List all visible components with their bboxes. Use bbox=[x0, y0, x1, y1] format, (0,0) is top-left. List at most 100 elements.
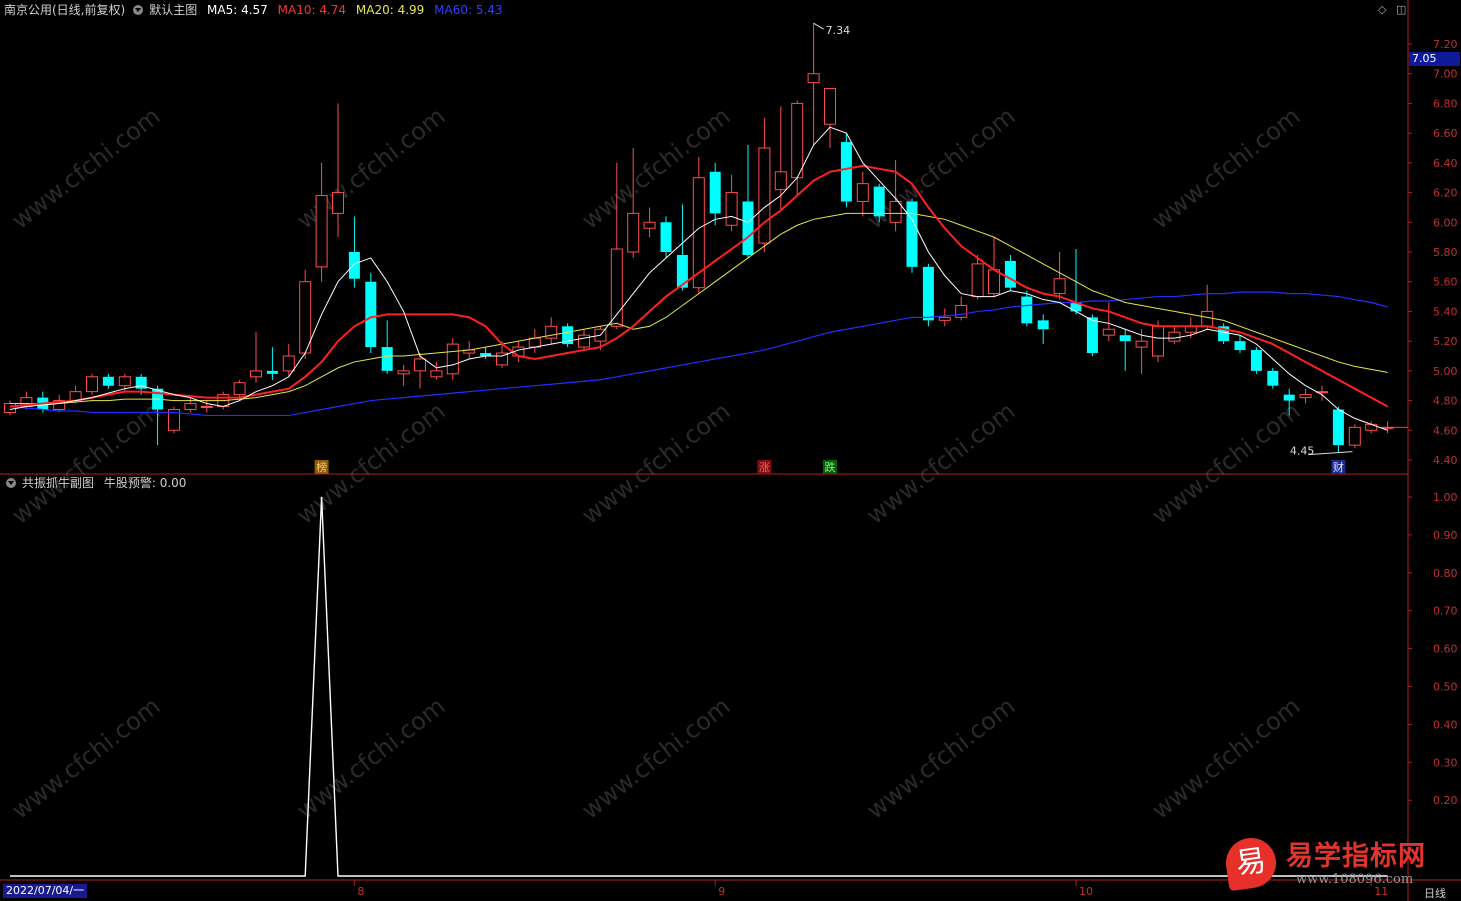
stock-title[interactable]: 南京公用(日线,前复权) bbox=[4, 3, 125, 17]
y-tick-label: 0.20 bbox=[1433, 794, 1458, 807]
event-marker: 榜 bbox=[316, 460, 327, 474]
x-tick-label: 9 bbox=[718, 885, 725, 898]
brand-logo: 易 易学指标网 www.108096.com bbox=[1222, 834, 1456, 894]
watermark-text: www.cfchi.com bbox=[6, 397, 165, 530]
candle-body bbox=[955, 304, 968, 318]
candle-body bbox=[1283, 394, 1295, 401]
candle-body bbox=[774, 171, 787, 191]
main-y-axis: 7.20 7.00 6.80 6.60 6.40 6.20 6.00 5.80 5.60 5.40… bbox=[1408, 38, 1458, 467]
y-tick-label: 0.80 bbox=[1433, 567, 1458, 580]
chart-canvas[interactable]: www.cfchi.com www.cfchi.com www.cfchi.com w… bbox=[0, 0, 1461, 901]
candle-body bbox=[118, 376, 131, 387]
low-label: 4.45 bbox=[1290, 445, 1315, 458]
high-pointer bbox=[813, 22, 824, 30]
y-tick-label: 6.00 bbox=[1433, 216, 1458, 229]
candle-body bbox=[807, 73, 820, 84]
candle-body bbox=[1135, 340, 1148, 348]
candle-body bbox=[1250, 350, 1262, 371]
maximize-icon[interactable]: ◫ bbox=[1396, 3, 1406, 16]
candle-body bbox=[4, 403, 16, 413]
y-tick-label: 5.80 bbox=[1433, 246, 1458, 259]
candle-body bbox=[643, 221, 656, 229]
y-tick-label: 0.60 bbox=[1433, 643, 1458, 656]
candle-body bbox=[266, 370, 278, 374]
watermark-text: www.cfchi.com bbox=[1146, 397, 1305, 530]
event-marker: 涨 bbox=[759, 461, 770, 474]
candle-body bbox=[709, 171, 721, 214]
ma60-value: MA60: 5.43 bbox=[434, 3, 503, 17]
sub-chart-header: 共振抓牛副图 牛股预警: 0.00 bbox=[4, 474, 192, 492]
watermark-text: www.cfchi.com bbox=[861, 102, 1020, 235]
ma10-value: MA10: 4.74 bbox=[277, 3, 347, 17]
bull-warning-value: 牛股预警: 0.00 bbox=[103, 476, 187, 490]
candle-body bbox=[332, 192, 344, 214]
y-tick-label: 6.40 bbox=[1433, 157, 1458, 170]
cursor-date: 2022/07/04/一 bbox=[3, 884, 88, 898]
bull-warning-polyline bbox=[10, 496, 1388, 877]
event-marker: 财 bbox=[1333, 460, 1344, 474]
candle-body bbox=[381, 347, 393, 371]
candle-body bbox=[1332, 409, 1344, 446]
candle-body bbox=[889, 200, 902, 223]
y-tick-label: 1.00 bbox=[1433, 491, 1458, 504]
sub-chart-title[interactable]: 共振抓牛副图 bbox=[22, 476, 94, 490]
y-tick-label: 4.60 bbox=[1433, 424, 1458, 437]
candle-body bbox=[430, 370, 443, 378]
watermark-text: www.cfchi.com bbox=[1146, 692, 1305, 825]
watermark-text: www.cfchi.com bbox=[576, 692, 735, 825]
watermark-layer: www.cfchi.com www.cfchi.com www.cfchi.com w… bbox=[6, 102, 1305, 825]
candle-body bbox=[856, 183, 869, 202]
candle-body bbox=[1168, 331, 1181, 342]
candle-body bbox=[906, 201, 918, 267]
watermark-text: www.cfchi.com bbox=[861, 397, 1020, 530]
x-tick-label: 10 bbox=[1079, 885, 1093, 898]
low-pointer bbox=[1308, 451, 1353, 456]
candle-body bbox=[528, 337, 541, 348]
candle-body bbox=[233, 382, 246, 396]
y-tick-label: 0.70 bbox=[1433, 605, 1458, 618]
candle-body bbox=[200, 406, 213, 409]
ma20-value: MA20: 4.99 bbox=[355, 3, 425, 17]
sub-y-axis: 1.00 0.90 0.80 0.70 0.60 0.50 0.40 0.30 0.20 bbox=[1408, 491, 1458, 807]
sub-dropdown-icon[interactable] bbox=[6, 477, 16, 488]
candle-body bbox=[1102, 328, 1115, 336]
y-tick-label: 5.60 bbox=[1433, 276, 1458, 289]
candle-body bbox=[1037, 320, 1049, 330]
watermark-text: www.cfchi.com bbox=[576, 102, 735, 235]
watermark-text: www.cfchi.com bbox=[861, 692, 1020, 825]
watermark-text: www.cfchi.com bbox=[291, 102, 450, 235]
watermark-text: www.cfchi.com bbox=[6, 102, 165, 235]
restore-icon[interactable]: ◇ bbox=[1378, 3, 1386, 16]
y-tick-label: 5.00 bbox=[1433, 365, 1458, 378]
candle-body bbox=[971, 263, 984, 298]
bull-warning-line bbox=[10, 496, 1388, 877]
candle-body bbox=[446, 343, 459, 375]
y-tick-label: 7.20 bbox=[1433, 38, 1458, 51]
candle-body bbox=[938, 316, 951, 321]
candlestick-series[interactable] bbox=[4, 23, 1394, 453]
candle-body bbox=[1267, 370, 1279, 386]
y-tick-label: 0.90 bbox=[1433, 529, 1458, 542]
candle-body bbox=[1086, 317, 1098, 354]
watermark-text: www.cfchi.com bbox=[576, 397, 735, 530]
y-tick-label: 4.80 bbox=[1433, 395, 1458, 408]
event-marker: 跌 bbox=[825, 460, 836, 474]
y-tick-label: 0.50 bbox=[1433, 681, 1458, 694]
candle-body bbox=[299, 281, 312, 354]
y-tick-label: 6.80 bbox=[1433, 97, 1458, 110]
high-label: 7.34 bbox=[826, 24, 851, 37]
candle-body bbox=[1053, 278, 1066, 295]
ma5-value: MA5: 4.57 bbox=[207, 3, 268, 17]
candle-body bbox=[988, 269, 1000, 295]
candle-body bbox=[1299, 394, 1312, 399]
candle-body bbox=[102, 376, 114, 386]
brand-icon: 易 bbox=[1222, 834, 1280, 892]
candle-body bbox=[315, 195, 328, 268]
candle-body bbox=[1348, 426, 1361, 446]
template-name[interactable]: 默认主图 bbox=[149, 3, 197, 17]
candle-body bbox=[184, 403, 197, 410]
candle-body bbox=[86, 376, 98, 393]
candle-body bbox=[282, 355, 295, 372]
template-dropdown-icon[interactable] bbox=[133, 4, 144, 15]
y-tick-label: 5.40 bbox=[1433, 305, 1458, 318]
